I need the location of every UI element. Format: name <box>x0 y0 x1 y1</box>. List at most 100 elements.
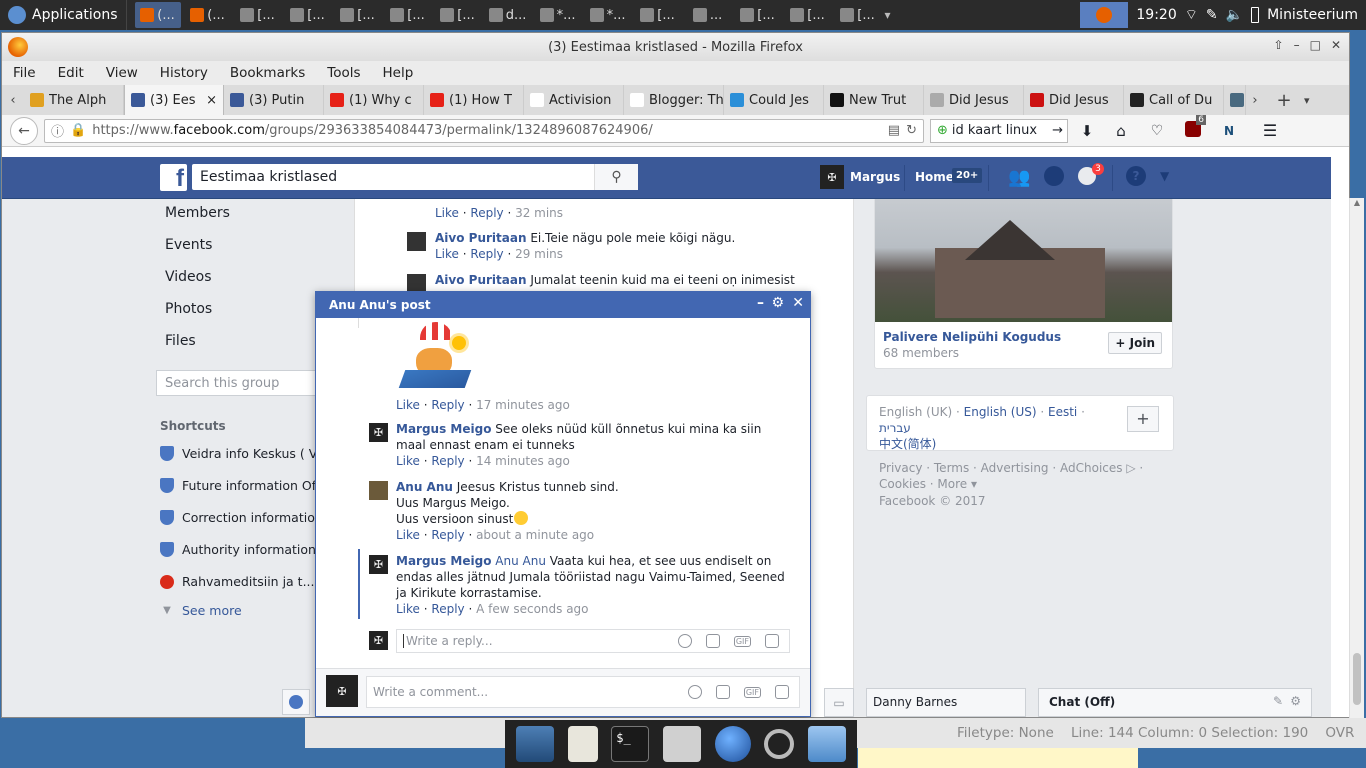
tab[interactable]: (1) How T <box>424 85 524 115</box>
extension-n-icon[interactable]: N <box>1214 124 1244 138</box>
tab[interactable]: Did Jesus <box>1024 85 1124 115</box>
taskbar-task[interactable]: [... <box>735 2 781 28</box>
tab[interactable]: Call of Du <box>1124 85 1224 115</box>
commenter-name[interactable]: Aivo Puritaan <box>435 231 527 245</box>
tab[interactable]: (1) Why c <box>324 85 424 115</box>
clock[interactable]: 19:20 <box>1136 7 1176 23</box>
taskbar-task[interactable]: d... <box>485 2 531 28</box>
download-icon[interactable]: ⬇ <box>1074 122 1100 140</box>
tab[interactable]: Did Jesus <box>924 85 1024 115</box>
close-window-icon[interactable]: ✕ <box>1331 38 1341 52</box>
footer-links-2[interactable]: Cookies · More ▾ <box>879 477 977 491</box>
compose-icon[interactable]: ✎ <box>1273 694 1283 708</box>
chat-messages-icon[interactable]: ▭ <box>824 688 854 717</box>
commenter-avatar[interactable]: ✠ <box>369 423 388 442</box>
taskbar-task[interactable]: [... <box>235 2 281 28</box>
tab-selected[interactable]: (3) Ees × <box>124 85 224 115</box>
edit-icon[interactable]: ✎ <box>1206 7 1218 23</box>
nav-photos[interactable]: Photos <box>165 301 212 317</box>
search-value[interactable]: id kaart linux <box>948 123 1052 138</box>
like-link[interactable]: Like <box>396 454 420 468</box>
nav-events[interactable]: Events <box>165 237 212 253</box>
maximize-up-icon[interactable]: ⇧ <box>1274 38 1284 52</box>
menu-history[interactable]: History <box>149 65 219 81</box>
menu-help[interactable]: Help <box>372 65 425 81</box>
reply-input[interactable]: Write a reply... GIF <box>396 629 790 653</box>
applications-menu[interactable]: Applications <box>0 0 127 30</box>
tab[interactable]: Blogger: The <box>624 85 724 115</box>
commenter-name[interactable]: Margus Meigo <box>396 554 491 568</box>
lang-eesti[interactable]: Eesti <box>1048 405 1077 419</box>
like-link[interactable]: Like <box>435 206 459 220</box>
menu-bookmarks[interactable]: Bookmarks <box>219 65 316 81</box>
ublock-icon[interactable]: 6 <box>1178 115 1208 140</box>
commenter-avatar[interactable] <box>369 481 388 500</box>
mention-link[interactable]: Anu Anu <box>495 554 546 568</box>
camera-icon[interactable] <box>715 685 730 699</box>
taskbar-task[interactable]: [... <box>385 2 431 28</box>
tab[interactable]: Activision <box>524 85 624 115</box>
user-name[interactable]: Ministeerium <box>1267 7 1358 23</box>
commenter-name[interactable]: Aivo Puritaan <box>435 273 527 287</box>
reply-link[interactable]: Reply <box>431 528 464 542</box>
minimize-icon[interactable]: – <box>1294 38 1300 52</box>
taskbar-task[interactable]: (... <box>185 2 231 28</box>
nav-videos[interactable]: Videos <box>165 269 212 285</box>
commenter-name[interactable]: Anu Anu <box>396 480 453 494</box>
tab-list-icon[interactable]: ▾ <box>1304 94 1310 107</box>
friend-requests-icon[interactable]: 👥 <box>1008 167 1030 188</box>
group-search-input[interactable]: Search this group <box>156 370 318 396</box>
restore-icon[interactable]: □ <box>1310 38 1321 52</box>
emoji-icon[interactable] <box>677 634 692 648</box>
commenter-avatar[interactable] <box>407 232 426 251</box>
shortcut-item[interactable]: Veidra info Keskus ( V <box>160 446 318 461</box>
chat-settings-icon[interactable]: ⚙ <box>1290 694 1301 708</box>
reply-link[interactable]: Reply <box>431 602 464 616</box>
shortcut-item[interactable]: Future information Offi <box>160 478 318 493</box>
search-engine-icon[interactable]: ⊕ <box>937 123 948 138</box>
group-cover-photo[interactable] <box>875 199 1172 322</box>
home-link[interactable]: Home <box>915 170 954 184</box>
messenger-icon[interactable] <box>1044 166 1064 186</box>
hamburger-menu-icon[interactable]: ☰ <box>1250 121 1290 140</box>
taskbar-task[interactable]: *... <box>535 2 581 28</box>
user-avatar[interactable]: ✠ <box>820 165 844 189</box>
tab[interactable]: Could Jes <box>724 85 824 115</box>
nav-members[interactable]: Members <box>165 205 230 221</box>
like-link[interactable]: Like <box>396 602 420 616</box>
lang-hebrew[interactable]: עברית <box>879 421 911 435</box>
reply-link[interactable]: Reply <box>470 206 503 220</box>
taskbar-task[interactable]: (... <box>134 2 181 28</box>
user-name-link[interactable]: Margus <box>850 170 900 184</box>
group-name-link[interactable]: Palivere Nelipühi Kogudus <box>883 330 1061 344</box>
scroll-thumb[interactable] <box>1353 653 1361 705</box>
url-text[interactable]: https://www.facebook.com/groups/29363385… <box>92 123 882 138</box>
search-go-icon[interactable]: → <box>1052 123 1067 138</box>
chat-bar[interactable]: Chat (Off) ✎ ⚙ <box>1038 688 1312 717</box>
url-bar[interactable]: ⓘ 🔒 https://www.facebook.com/groups/2936… <box>44 118 924 143</box>
chat-options-icon[interactable]: ⚙ <box>771 295 784 311</box>
emoji-icon[interactable] <box>687 685 702 699</box>
sticker-icon[interactable] <box>775 685 789 699</box>
reader-view-icon[interactable]: ▤ <box>888 123 900 138</box>
tab[interactable]: New Trut <box>824 85 924 115</box>
page-scrollbar[interactable]: ▲ <box>1349 198 1364 718</box>
footer-links[interactable]: Privacy · Terms · Advertising · AdChoice… <box>879 461 1143 475</box>
globe-button[interactable] <box>282 689 310 715</box>
taskbar-task[interactable]: ... <box>685 2 731 28</box>
volume-icon[interactable]: 🔈 <box>1226 7 1243 23</box>
taskbar-task[interactable]: [... <box>835 2 881 28</box>
menu-file[interactable]: File <box>2 65 47 81</box>
comment-input[interactable]: Write a comment... GIF <box>366 676 800 708</box>
taskbar-task[interactable]: [... <box>335 2 381 28</box>
camera-icon[interactable] <box>705 634 720 648</box>
back-button[interactable]: ← <box>10 116 38 145</box>
tab[interactable]: The Alph <box>24 85 124 115</box>
files-folder-icon[interactable] <box>808 726 847 762</box>
lang-chinese[interactable]: 中文(简体) <box>879 437 936 451</box>
home-icon[interactable]: ⌂ <box>1106 122 1136 140</box>
battery-icon[interactable] <box>1251 7 1260 23</box>
menu-view[interactable]: View <box>95 65 149 81</box>
taskbar-task[interactable]: *... <box>585 2 631 28</box>
join-button[interactable]: + Join <box>1108 332 1162 354</box>
